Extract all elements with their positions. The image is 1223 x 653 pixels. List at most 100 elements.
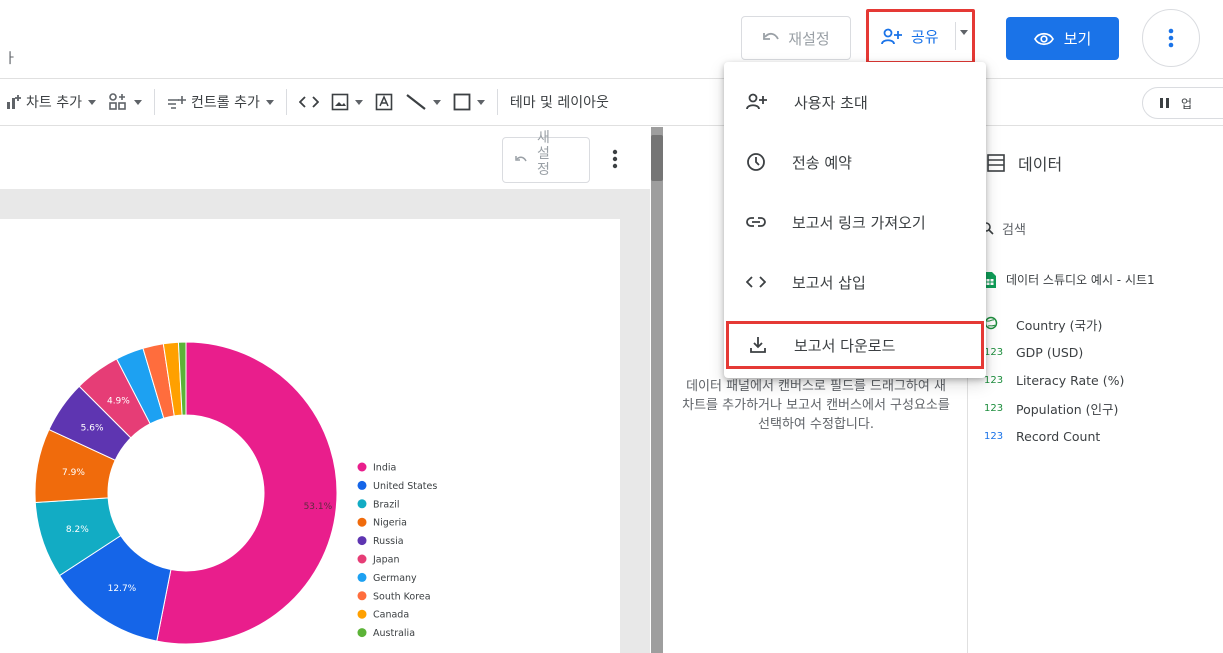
field-search-input[interactable]: 검색 bbox=[980, 215, 1220, 241]
legend-swatch bbox=[357, 628, 367, 638]
chevron-down-icon[interactable] bbox=[960, 30, 968, 35]
menu-item-label: 전송 예약 bbox=[792, 153, 852, 172]
data-panel: 데이터 검색 데이터 스튜디오 예시 - 시트1 Country (국가) 12… bbox=[968, 127, 1223, 653]
data-source-item[interactable]: 데이터 스튜디오 예시 - 시트1 bbox=[984, 271, 1155, 288]
toolbar: 차트 추가 컨트롤 추가 테마 및 레이아웃 업 bbox=[0, 78, 1223, 126]
legend-swatch bbox=[357, 480, 367, 490]
legend-swatch bbox=[357, 609, 367, 619]
menu-item-label: 보고서 다운로드 bbox=[794, 336, 896, 355]
chevron-down-icon bbox=[476, 99, 485, 105]
legend-label[interactable]: Brazil bbox=[373, 499, 400, 510]
person-add-icon bbox=[881, 28, 903, 46]
number-type-icon: 123 bbox=[984, 374, 1004, 386]
theme-layout-button[interactable]: 테마 및 레이아웃 bbox=[504, 92, 615, 112]
field-name: Record Count bbox=[1016, 428, 1101, 444]
menu-item-label: 보고서 링크 가져오기 bbox=[792, 213, 926, 232]
field-name: GDP (USD) bbox=[1016, 344, 1084, 360]
code-icon bbox=[298, 95, 319, 109]
undo-icon bbox=[762, 31, 780, 45]
table-icon bbox=[986, 153, 1006, 173]
reset-button[interactable]: 재설정 bbox=[741, 16, 851, 60]
chart-reset-button[interactable]: 새 설 정 bbox=[502, 130, 590, 183]
toolbar-divider bbox=[285, 89, 287, 115]
canvas-top-bar: 새 설 정 bbox=[0, 127, 650, 189]
field-item[interactable]: 123 Record Count bbox=[984, 422, 1124, 450]
legend-label[interactable]: Australia bbox=[373, 628, 415, 639]
field-name: Literacy Rate (%) bbox=[1016, 372, 1125, 388]
person-add-icon bbox=[746, 93, 768, 111]
share-label: 공유 bbox=[911, 28, 939, 46]
legend-label[interactable]: South Korea bbox=[373, 591, 431, 602]
add-shape-button[interactable] bbox=[447, 93, 491, 111]
add-image-button[interactable] bbox=[325, 93, 369, 111]
number-type-icon: 123 bbox=[984, 346, 1004, 358]
menu-item-invite-people[interactable]: 사용자 초대 bbox=[724, 80, 986, 124]
add-control-button[interactable]: 컨트롤 추가 bbox=[161, 92, 280, 112]
toolbar-divider bbox=[153, 89, 155, 115]
field-item[interactable]: Country (국가) bbox=[984, 310, 1124, 338]
add-component-button[interactable] bbox=[102, 93, 148, 111]
legend-swatch bbox=[357, 517, 367, 527]
line-icon bbox=[405, 93, 427, 111]
chevron-down-icon bbox=[354, 99, 363, 105]
donut-data-label: 4.9% bbox=[107, 397, 130, 407]
add-line-button[interactable] bbox=[399, 93, 447, 111]
view-label: 보기 bbox=[1063, 30, 1092, 48]
menu-item-label: 사용자 초대 bbox=[794, 93, 868, 112]
layout-toggle-button[interactable]: 업 bbox=[1142, 87, 1223, 119]
canvas-scrollbar[interactable] bbox=[651, 127, 663, 653]
field-item[interactable]: 123 Literacy Rate (%) bbox=[984, 366, 1124, 394]
add-chart-button[interactable]: 차트 추가 bbox=[0, 92, 102, 112]
more-vert-icon bbox=[612, 149, 618, 169]
scrollbar-thumb[interactable] bbox=[651, 135, 663, 181]
chart-more-button[interactable] bbox=[612, 149, 618, 173]
number-type-icon: 123 bbox=[984, 430, 1004, 442]
legend-label[interactable]: Nigeria bbox=[373, 518, 407, 529]
undo-icon bbox=[515, 155, 527, 165]
field-item[interactable]: 123 GDP (USD) bbox=[984, 338, 1124, 366]
legend-label[interactable]: India bbox=[373, 463, 396, 474]
legend-label[interactable]: Germany bbox=[373, 573, 417, 584]
field-list: Country (국가) 123 GDP (USD) 123 Literacy … bbox=[984, 310, 1124, 450]
donut-data-label: 53.1% bbox=[304, 502, 333, 512]
report-title[interactable]: ㅏ bbox=[4, 48, 17, 68]
menu-item-download-report[interactable]: 보고서 다운로드 bbox=[726, 321, 984, 369]
image-icon bbox=[331, 93, 349, 111]
more-vert-icon bbox=[1168, 28, 1174, 48]
donut-chart[interactable]: 53.1% 12.7% 8.2% 7.9% 5.6% 4.9% India United St… bbox=[0, 219, 620, 653]
chart-reset-label: 새 설 정 bbox=[537, 130, 550, 178]
legend-swatch bbox=[357, 536, 367, 546]
view-button[interactable]: 보기 bbox=[1006, 17, 1119, 60]
add-chart-label: 차트 추가 bbox=[26, 95, 82, 111]
chevron-down-icon bbox=[265, 99, 274, 105]
more-options-button[interactable] bbox=[1142, 9, 1200, 67]
add-text-button[interactable] bbox=[369, 93, 399, 111]
rectangle-icon bbox=[453, 93, 471, 111]
link-icon bbox=[746, 216, 766, 228]
legend-label[interactable]: United States bbox=[373, 481, 437, 492]
report-page[interactable]: 53.1% 12.7% 8.2% 7.9% 5.6% 4.9% India United St… bbox=[0, 219, 620, 653]
legend-label[interactable]: Japan bbox=[372, 555, 400, 566]
legend-swatch bbox=[357, 554, 367, 564]
menu-item-get-report-link[interactable]: 보고서 링크 가져오기 bbox=[724, 200, 986, 244]
legend-label[interactable]: Russia bbox=[373, 536, 404, 547]
share-menu: 사용자 초대 전송 예약 보고서 링크 가져오기 보고서 삽입 보고서 다운로드 bbox=[724, 62, 986, 378]
report-header: ㅏ 재설정 공유 보기 bbox=[0, 0, 1223, 78]
clock-icon bbox=[746, 152, 766, 172]
chevron-down-icon bbox=[432, 99, 441, 105]
field-item[interactable]: 123 Population (인구) bbox=[984, 394, 1124, 422]
toolbar-divider bbox=[496, 89, 498, 115]
text-type-icon bbox=[984, 316, 1006, 333]
eye-icon bbox=[1033, 32, 1054, 46]
download-icon bbox=[748, 335, 768, 355]
search-placeholder: 검색 bbox=[1002, 222, 1026, 238]
embed-url-button[interactable] bbox=[293, 95, 325, 109]
legend-label[interactable]: Canada bbox=[373, 610, 409, 621]
donut-data-label: 5.6% bbox=[81, 423, 104, 433]
data-source-name: 데이터 스튜디오 예시 - 시트1 bbox=[1006, 273, 1155, 287]
share-button[interactable]: 공유 bbox=[866, 9, 975, 64]
menu-item-schedule-email[interactable]: 전송 예약 bbox=[724, 140, 986, 184]
menu-item-embed-report[interactable]: 보고서 삽입 bbox=[724, 260, 986, 304]
report-canvas-area: 새 설 정 53.1% 12.7% 8.2% 7.9% 5.6% 4.9% India Uni… bbox=[0, 127, 650, 653]
add-control-icon bbox=[167, 94, 187, 110]
